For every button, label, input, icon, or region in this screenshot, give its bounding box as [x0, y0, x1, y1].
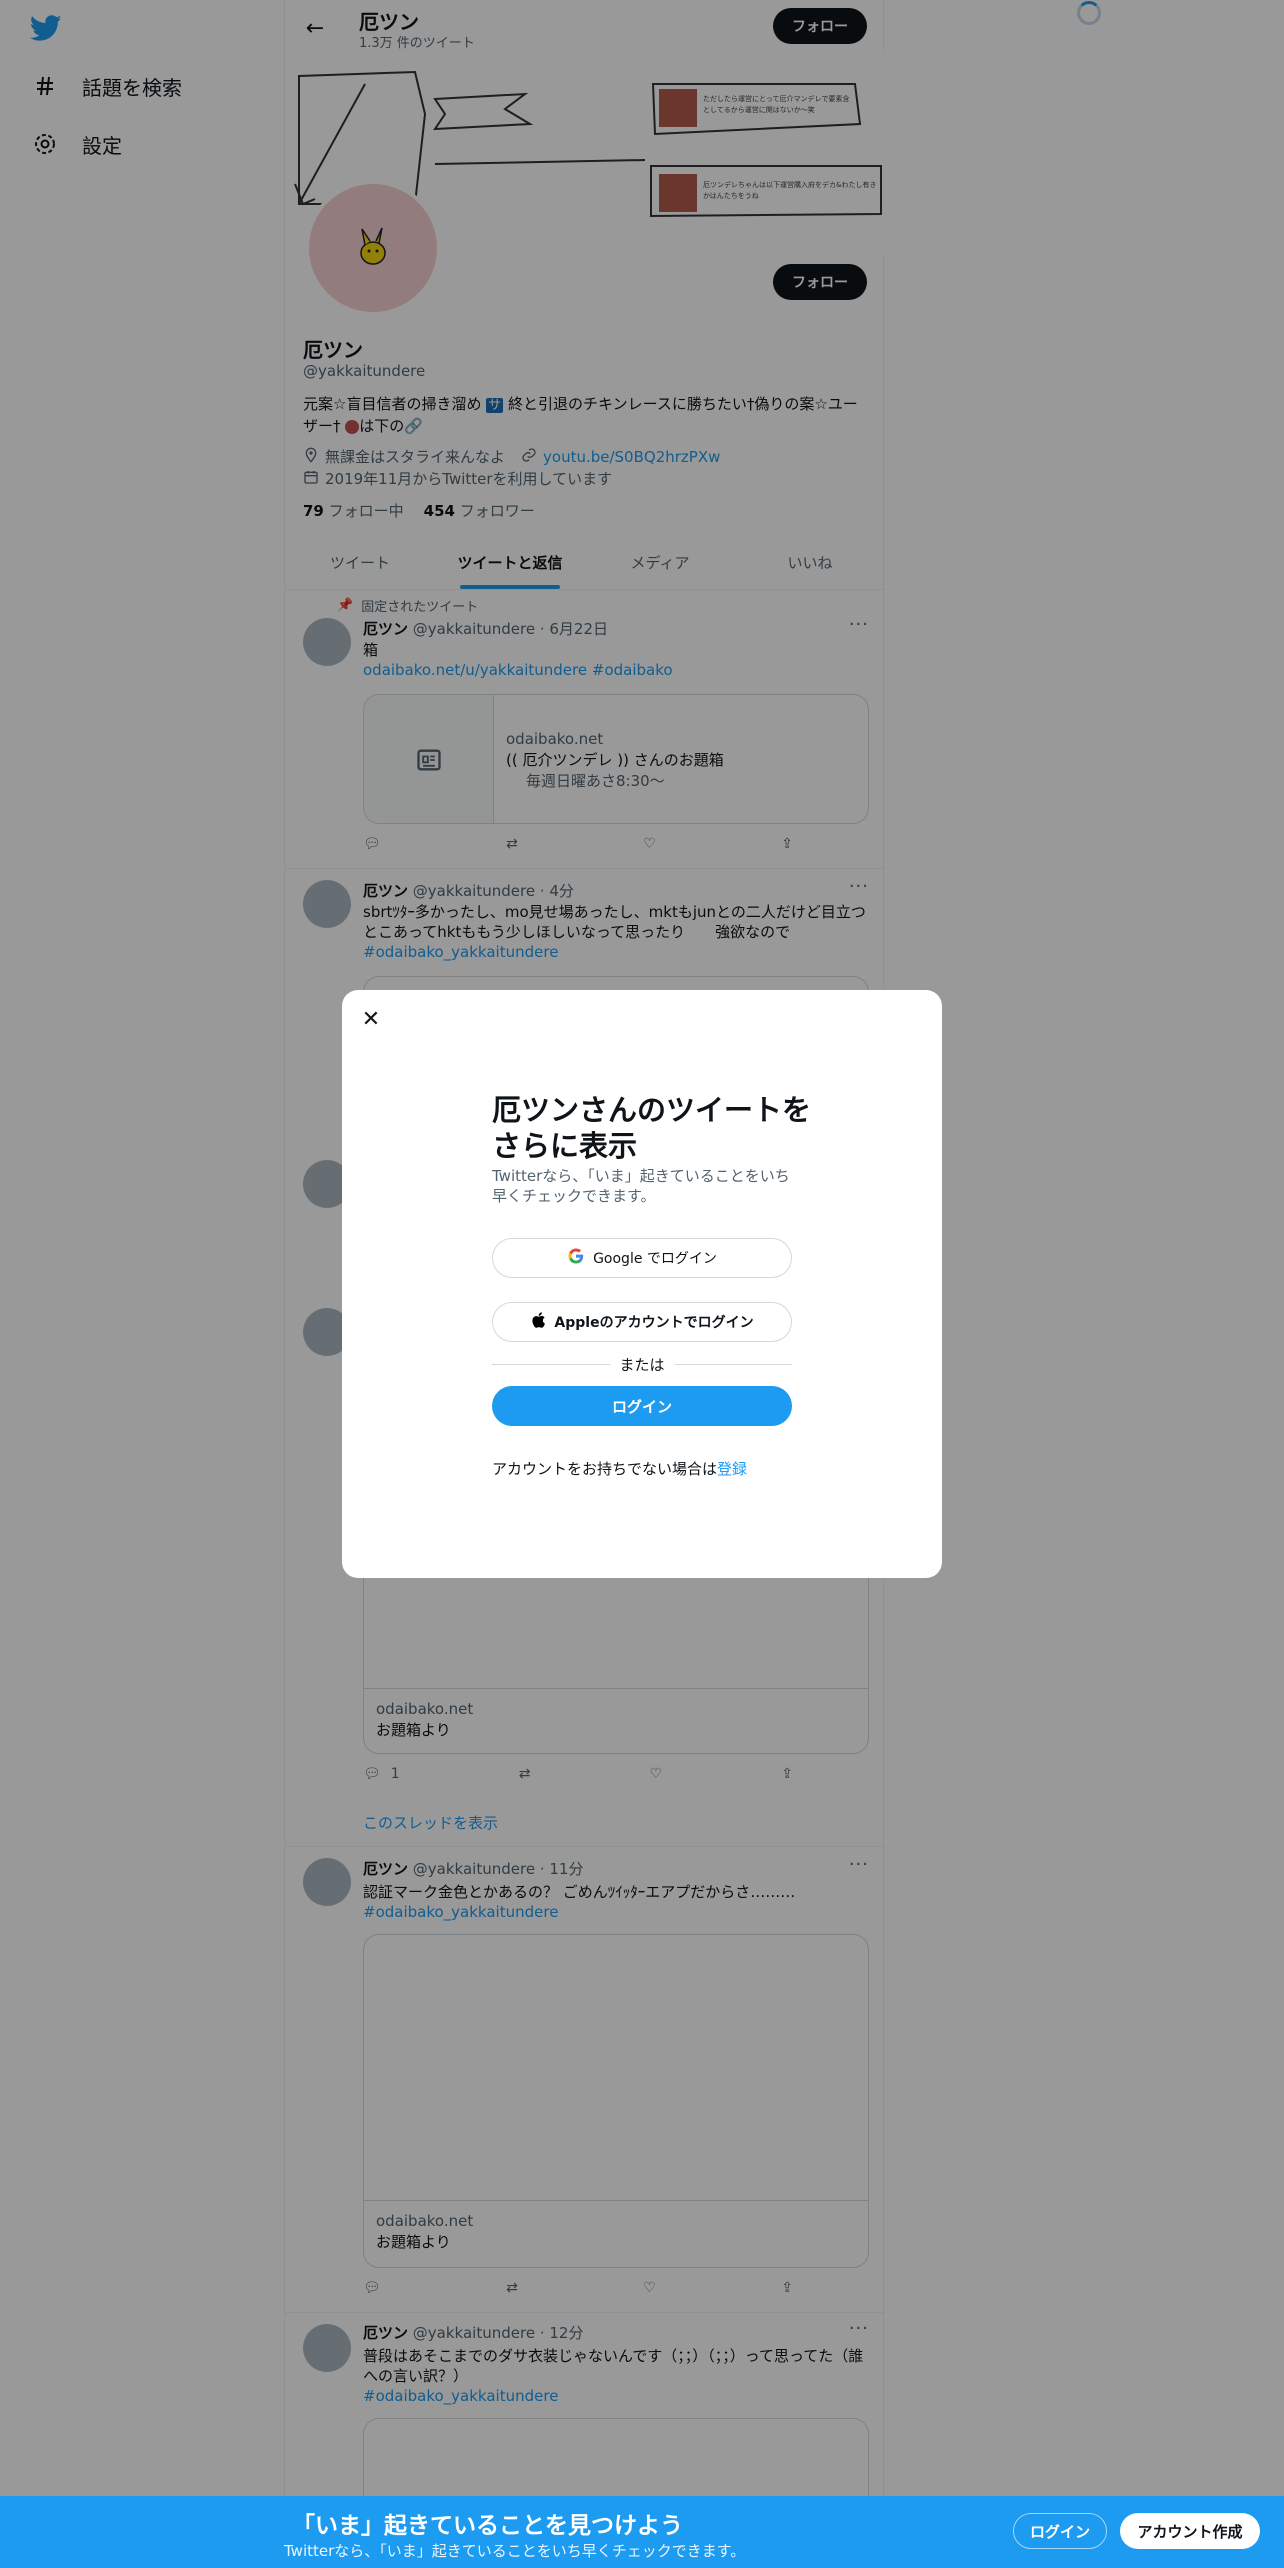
- bottom-bar-title: 「いま」起きていることを見つけよう: [292, 2513, 683, 2539]
- login-button[interactable]: ログイン: [492, 1386, 792, 1426]
- or-label: または: [619, 1355, 665, 1374]
- bottom-login-button[interactable]: ログイン: [1013, 2513, 1107, 2549]
- apple-icon: [530, 1311, 546, 1333]
- or-divider: または: [492, 1354, 793, 1374]
- login-prompt-modal: ✕ 厄ツンさんのツイートをさらに表示 Twitterなら、「いま」起きていること…: [342, 990, 942, 1578]
- google-icon: [567, 1247, 585, 1269]
- signup-link[interactable]: 登録: [717, 1460, 747, 1478]
- apple-login-button[interactable]: Appleのアカウントでログイン: [492, 1302, 792, 1342]
- signup-prefix: アカウントをお持ちでない場合は: [492, 1460, 718, 1478]
- bottom-bar-subtitle: Twitterなら、「いま」起きていることをいち早くチェックできます。: [284, 2542, 746, 2560]
- bottom-signup-button[interactable]: アカウント作成: [1120, 2513, 1260, 2549]
- bottom-signup-bar: 「いま」起きていることを見つけよう Twitterなら、「いま」起きていることを…: [0, 2496, 1284, 2568]
- google-login-button[interactable]: Google でログイン: [492, 1238, 792, 1278]
- apple-login-label: Appleのアカウントでログイン: [554, 1315, 754, 1331]
- google-login-label: Google でログイン: [593, 1251, 717, 1267]
- signup-prompt: アカウントをお持ちでない場合は登録: [492, 1458, 747, 1479]
- close-icon[interactable]: ✕: [356, 1004, 386, 1034]
- modal-subtitle: Twitterなら、「いま」起きていることをいち早くチェックできます。: [492, 1167, 790, 1205]
- modal-title: 厄ツンさんのツイートをさらに表示: [492, 1093, 812, 1163]
